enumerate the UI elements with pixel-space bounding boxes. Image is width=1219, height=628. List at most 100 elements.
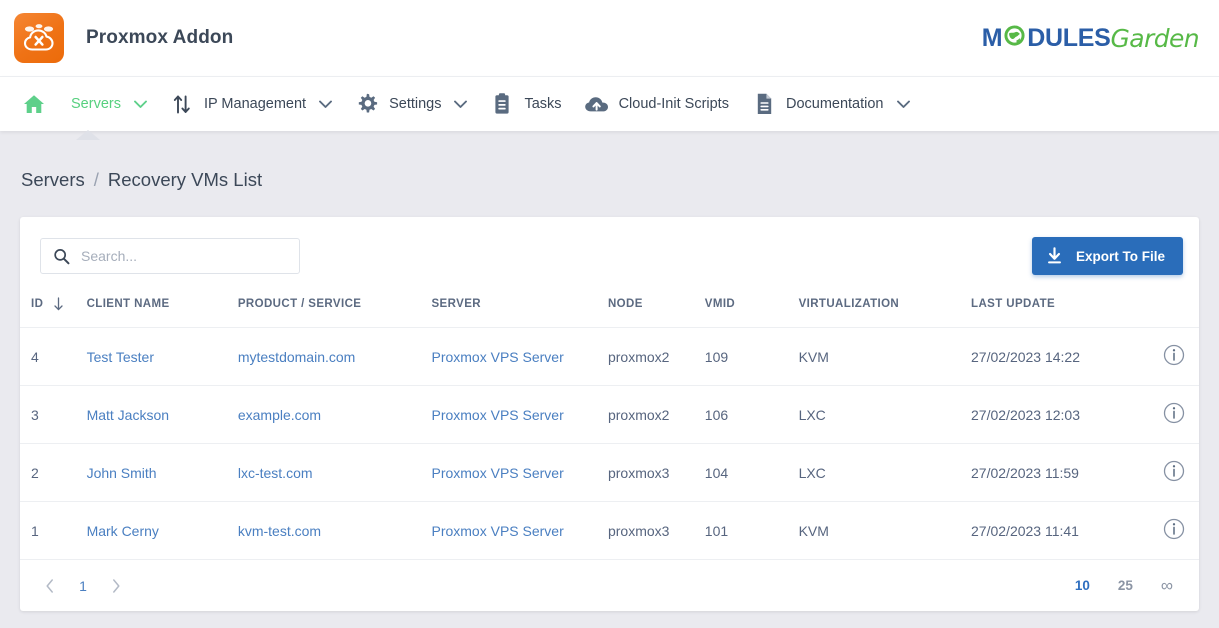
- cell-actions: [1138, 328, 1199, 386]
- cell-last-update: 27/02/2023 14:22: [971, 328, 1138, 386]
- cell-product: mytestdomain.com: [238, 328, 432, 386]
- pagination-prev-button[interactable]: [34, 572, 66, 600]
- export-to-file-button[interactable]: Export To File: [1032, 237, 1183, 275]
- page-size-options: 10 25 ∞: [1061, 576, 1183, 596]
- nav-item-ip-management-label: IP Management: [204, 96, 306, 112]
- cell-last-update: 27/02/2023 11:59: [971, 444, 1138, 502]
- main-navigation: Servers IP Management Settin: [0, 76, 1219, 131]
- arrows-up-down-icon: [169, 93, 195, 115]
- product-link[interactable]: kvm-test.com: [238, 523, 321, 539]
- app-header: Proxmox Addon M DULES Garden: [0, 0, 1219, 76]
- pagination-next-button[interactable]: [100, 572, 132, 600]
- page-content: Servers / Recovery VMs List: [0, 131, 1219, 611]
- info-icon[interactable]: [1163, 460, 1185, 482]
- search-box[interactable]: [40, 238, 300, 274]
- product-link[interactable]: example.com: [238, 407, 321, 423]
- cell-id: 4: [20, 328, 87, 386]
- nav-item-home[interactable]: [10, 77, 51, 132]
- column-header-id[interactable]: ID: [20, 291, 87, 328]
- cell-actions: [1138, 444, 1199, 502]
- modulesgarden-logo: M DULES Garden: [982, 21, 1199, 55]
- chevron-down-icon: [319, 100, 332, 109]
- gear-icon: [354, 92, 380, 116]
- cell-node: proxmox2: [608, 386, 705, 444]
- cell-id: 1: [20, 502, 87, 560]
- app-logo-icon: [14, 13, 64, 63]
- info-icon[interactable]: [1163, 518, 1185, 540]
- nav-item-settings[interactable]: Settings: [343, 77, 478, 132]
- server-link[interactable]: Proxmox VPS Server: [431, 407, 563, 423]
- cell-id: 3: [20, 386, 87, 444]
- client-name-link[interactable]: John Smith: [87, 465, 157, 481]
- nav-item-tasks-label: Tasks: [524, 96, 561, 112]
- cell-id: 2: [20, 444, 87, 502]
- column-header-last-update[interactable]: LAST UPDATE: [971, 291, 1138, 328]
- nav-item-settings-label: Settings: [389, 96, 441, 112]
- table-head: ID CLIENT NAME PRODUCT / SERVICE SERVER …: [20, 291, 1199, 328]
- client-name-link[interactable]: Test Tester: [87, 349, 154, 365]
- search-icon: [51, 248, 71, 265]
- search-input[interactable]: [81, 248, 289, 264]
- nav-item-servers[interactable]: Servers: [51, 77, 158, 132]
- chevron-down-icon: [134, 100, 147, 109]
- recovery-vms-card: Export To File ID: [20, 217, 1199, 611]
- cell-virtualization: LXC: [799, 444, 971, 502]
- cell-server: Proxmox VPS Server: [431, 502, 607, 560]
- table-row: 4 Test Tester mytestdomain.com Proxmox V…: [20, 328, 1199, 386]
- nav-item-cloud-init-scripts-label: Cloud-Init Scripts: [619, 96, 729, 112]
- brand-text-m: M: [982, 26, 1003, 51]
- nav-item-documentation[interactable]: Documentation: [740, 77, 921, 132]
- cell-server: Proxmox VPS Server: [431, 444, 607, 502]
- cell-virtualization: KVM: [799, 328, 971, 386]
- cell-server: Proxmox VPS Server: [431, 386, 607, 444]
- brand-block: Proxmox Addon: [14, 13, 233, 63]
- info-icon[interactable]: [1163, 344, 1185, 366]
- home-icon: [21, 94, 47, 114]
- cell-server: Proxmox VPS Server: [431, 328, 607, 386]
- cell-actions: [1138, 502, 1199, 560]
- pagination-page-1[interactable]: 1: [66, 572, 100, 600]
- arrow-down-icon: [53, 297, 64, 311]
- table-row: 1 Mark Cerny kvm-test.com Proxmox VPS Se…: [20, 502, 1199, 560]
- document-icon: [751, 92, 777, 116]
- page-size-25[interactable]: 25: [1104, 578, 1147, 593]
- breadcrumb-separator: /: [94, 169, 99, 191]
- brand-text-dules: DULES: [1027, 26, 1110, 51]
- column-header-id-label: ID: [31, 298, 43, 310]
- breadcrumb-parent[interactable]: Servers: [21, 169, 85, 191]
- download-icon: [1046, 247, 1063, 265]
- column-header-virtualization[interactable]: VIRTUALIZATION: [799, 291, 971, 328]
- column-header-node[interactable]: NODE: [608, 291, 705, 328]
- page-size-all[interactable]: ∞: [1147, 576, 1183, 596]
- cell-client-name: Mark Cerny: [87, 502, 238, 560]
- column-header-product-service[interactable]: PRODUCT / SERVICE: [238, 291, 432, 328]
- nav-item-ip-management[interactable]: IP Management: [158, 77, 343, 132]
- chevron-down-icon: [897, 100, 910, 109]
- active-nav-pointer: [76, 130, 100, 140]
- globe-icon: [1003, 24, 1026, 52]
- client-name-link[interactable]: Matt Jackson: [87, 407, 169, 423]
- product-link[interactable]: lxc-test.com: [238, 465, 313, 481]
- export-to-file-label: Export To File: [1076, 249, 1165, 264]
- page-size-10[interactable]: 10: [1061, 578, 1104, 593]
- cell-client-name: John Smith: [87, 444, 238, 502]
- nav-item-tasks[interactable]: Tasks: [478, 77, 572, 132]
- column-header-server[interactable]: SERVER: [431, 291, 607, 328]
- client-name-link[interactable]: Mark Cerny: [87, 523, 159, 539]
- column-header-client-name[interactable]: CLIENT NAME: [87, 291, 238, 328]
- server-link[interactable]: Proxmox VPS Server: [431, 349, 563, 365]
- cell-client-name: Test Tester: [87, 328, 238, 386]
- nav-item-cloud-init-scripts[interactable]: Cloud-Init Scripts: [573, 77, 740, 132]
- info-icon[interactable]: [1163, 402, 1185, 424]
- chevron-down-icon: [454, 100, 467, 109]
- column-header-vmid[interactable]: VMID: [705, 291, 799, 328]
- cell-last-update: 27/02/2023 12:03: [971, 386, 1138, 444]
- cell-vmid: 101: [705, 502, 799, 560]
- nav-item-documentation-label: Documentation: [786, 96, 884, 112]
- cell-virtualization: LXC: [799, 386, 971, 444]
- server-link[interactable]: Proxmox VPS Server: [431, 523, 563, 539]
- server-link[interactable]: Proxmox VPS Server: [431, 465, 563, 481]
- cell-last-update: 27/02/2023 11:41: [971, 502, 1138, 560]
- table-header-row: ID CLIENT NAME PRODUCT / SERVICE SERVER …: [20, 291, 1199, 328]
- product-link[interactable]: mytestdomain.com: [238, 349, 355, 365]
